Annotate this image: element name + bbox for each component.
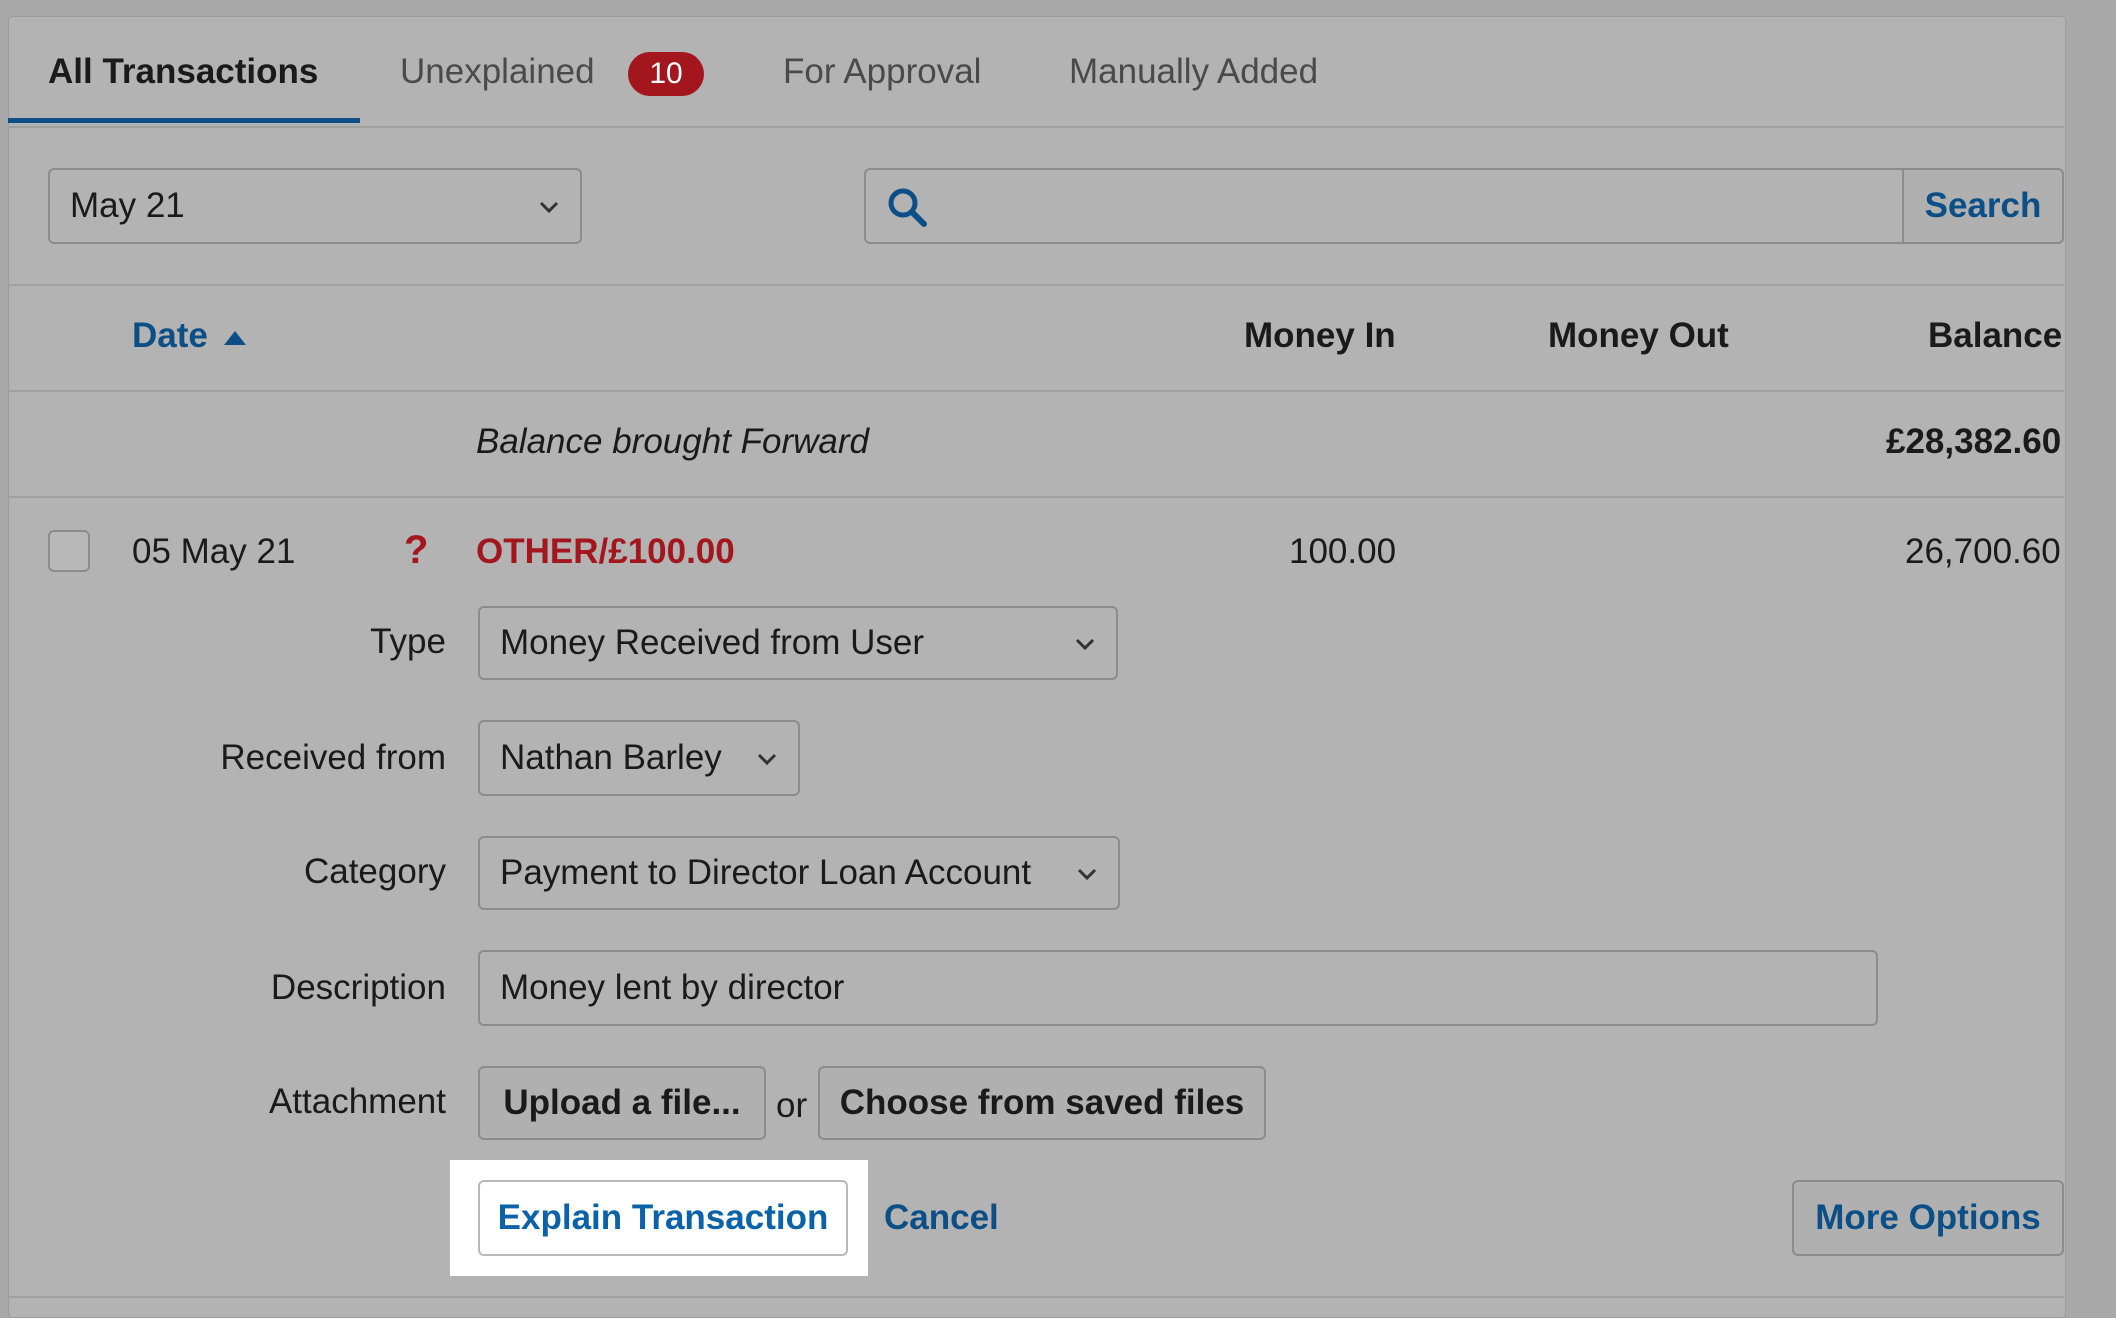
balance-column-header: Balance — [1928, 316, 2063, 355]
explain-transaction-button[interactable]: Explain Transaction — [478, 1180, 848, 1256]
type-label: Type — [370, 622, 446, 661]
description-field[interactable]: Money lent by director — [478, 950, 1878, 1026]
description-label: Description — [270, 968, 446, 1007]
type-select-value: Money Received from User — [500, 623, 925, 662]
tab-for-approval[interactable]: For Approval — [783, 52, 981, 92]
category-select-value: Payment to Director Loan Account — [500, 853, 1032, 892]
money-in-column-header: Money In — [1244, 316, 1396, 355]
date-column-label: Date — [132, 316, 208, 355]
tab-unexplained[interactable]: Unexplained — [400, 52, 595, 92]
unexplained-question-icon: ? — [404, 528, 429, 572]
chevron-down-icon — [1075, 638, 1095, 651]
received-from-label: Received from — [220, 738, 446, 777]
tab-divider — [8, 126, 2064, 128]
more-options-button[interactable]: More Options — [1792, 1180, 2064, 1256]
or-text: or — [776, 1086, 808, 1125]
period-select-value: May 21 — [70, 186, 185, 225]
received-from-value: Nathan Barley — [500, 738, 722, 777]
description-value: Money lent by director — [500, 968, 845, 1007]
divider — [8, 1296, 2064, 1298]
period-select[interactable]: May 21 — [48, 168, 582, 244]
transaction-balance: 26,700.60 — [1905, 532, 2061, 571]
choose-saved-files-button[interactable]: Choose from saved files — [818, 1066, 1266, 1140]
sort-ascending-icon — [223, 331, 246, 345]
brought-forward-label: Balance brought Forward — [476, 422, 869, 461]
search-input[interactable] — [864, 168, 2064, 244]
category-label: Category — [303, 852, 446, 891]
brought-forward-balance: £28,382.60 — [1886, 422, 2062, 461]
divider — [8, 284, 2064, 286]
chevron-down-icon — [757, 753, 777, 766]
cancel-link[interactable]: Cancel — [884, 1198, 999, 1238]
search-icon — [888, 188, 927, 227]
attachment-label: Attachment — [268, 1082, 446, 1121]
money-out-column-header: Money Out — [1548, 316, 1729, 355]
transaction-description: OTHER/£100.00 — [476, 532, 735, 571]
chevron-down-icon — [539, 201, 559, 214]
category-select[interactable]: Payment to Director Loan Account — [478, 836, 1120, 910]
transaction-money-in: 100.00 — [1289, 532, 1397, 571]
search-button[interactable]: Search — [1902, 168, 2064, 244]
transaction-select-checkbox[interactable] — [48, 530, 90, 572]
received-from-select[interactable]: Nathan Barley — [478, 720, 800, 796]
active-tab-indicator — [8, 118, 360, 123]
type-select[interactable]: Money Received from User — [478, 606, 1118, 680]
tab-manually-added[interactable]: Manually Added — [1069, 52, 1318, 92]
date-column-header[interactable]: Date — [132, 316, 248, 356]
divider — [8, 390, 2064, 392]
upload-file-button[interactable]: Upload a file... — [478, 1066, 766, 1140]
divider — [8, 496, 2064, 498]
tab-all-transactions[interactable]: All Transactions — [48, 52, 318, 92]
transaction-date: 05 May 21 — [132, 532, 296, 571]
chevron-down-icon — [1077, 868, 1097, 881]
unexplained-count-badge: 10 — [628, 52, 704, 96]
